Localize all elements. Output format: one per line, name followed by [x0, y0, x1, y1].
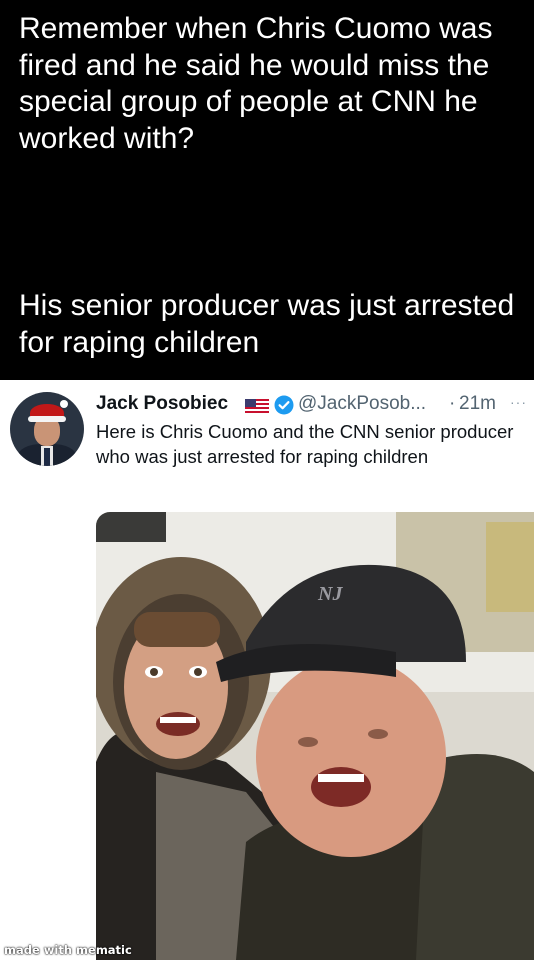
tweet-photo[interactable]: NJ [96, 512, 534, 960]
meme-caption: Remember when Chris Cuomo was fired and … [0, 0, 534, 380]
author-name[interactable]: Jack Posobiec [96, 393, 228, 415]
tweet-header: Jack Posobiec @JackPosob... · 21m ··· [96, 390, 534, 416]
author-handle[interactable]: @JackPosob... [298, 393, 426, 415]
caption-paragraph-2: His senior producer was just arrested fo… [19, 289, 515, 359]
more-options-icon[interactable]: ··· [510, 394, 527, 410]
tweet-card: Jack Posobiec @JackPosob... · 21m ··· He… [0, 380, 534, 960]
caption-paragraph-1: Remember when Chris Cuomo was fired and … [19, 12, 493, 155]
avatar[interactable] [10, 392, 84, 466]
us-flag-icon [245, 399, 269, 413]
selfie-image: NJ [96, 512, 534, 960]
tweet-timestamp[interactable]: 21m [459, 393, 496, 415]
tweet-text: Here is Chris Cuomo and the CNN senior p… [96, 421, 514, 467]
separator-dot: · [449, 393, 456, 414]
cap-logo: NJ [317, 583, 343, 605]
watermark: made with mematic [4, 943, 132, 957]
verified-badge-icon [274, 395, 294, 415]
